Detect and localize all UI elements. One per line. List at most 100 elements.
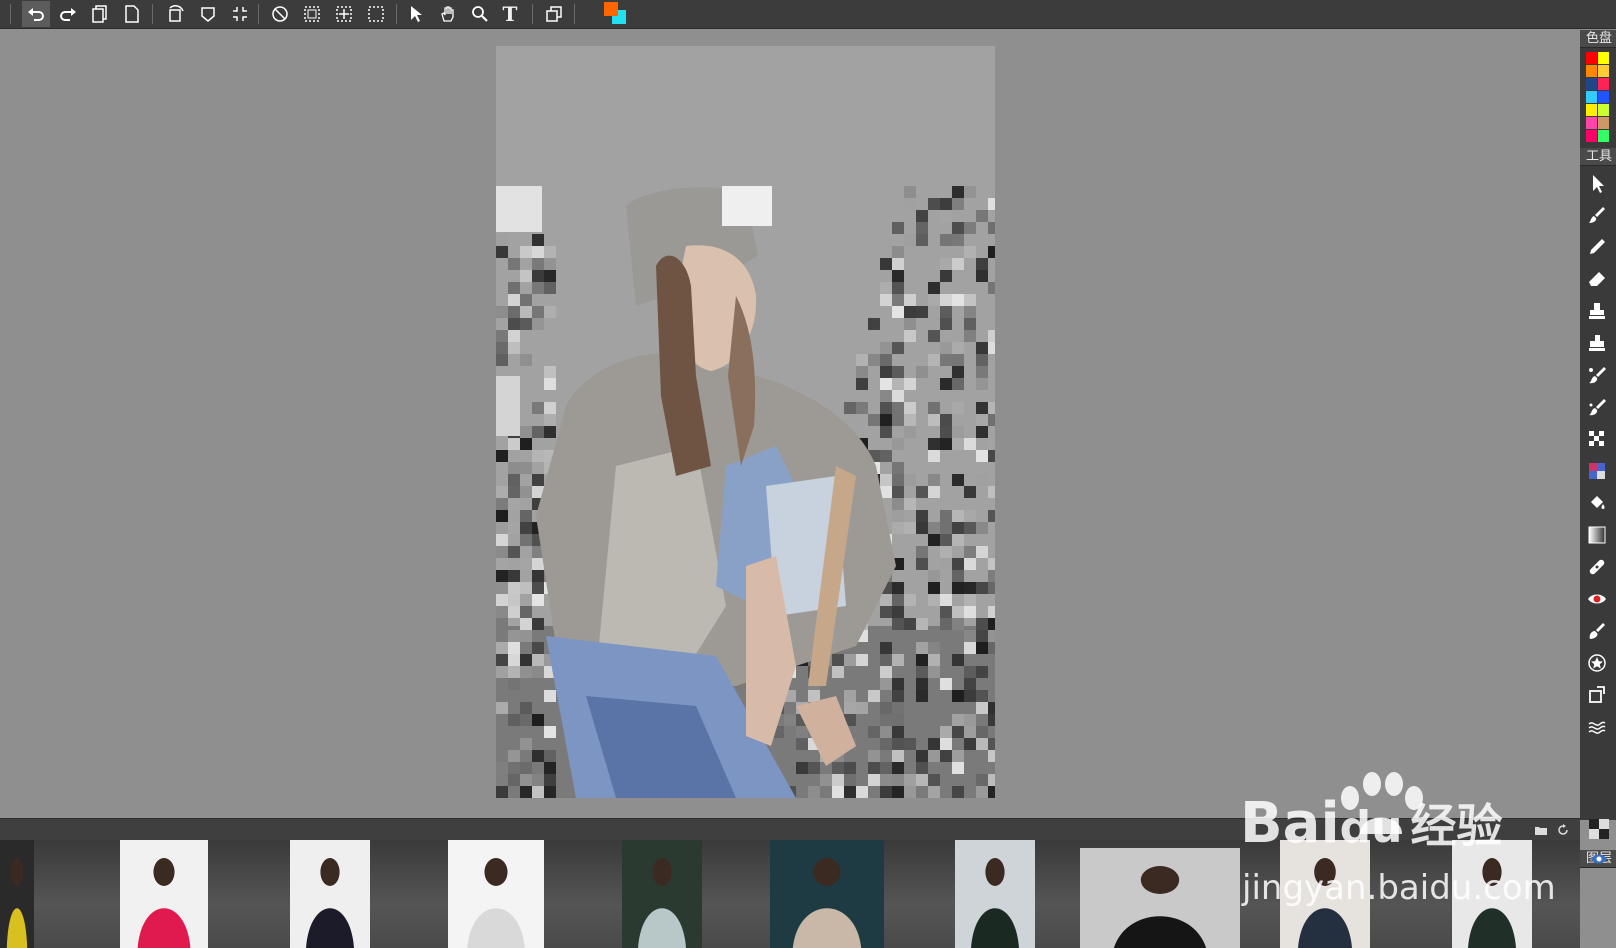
tool-arrow[interactable] xyxy=(1582,168,1612,198)
redo-button[interactable] xyxy=(54,1,82,27)
gradient-icon xyxy=(1588,526,1606,544)
filmstrip-thumb-7[interactable] xyxy=(955,840,1035,948)
tool-brush[interactable] xyxy=(1582,200,1612,230)
mosaic-icon xyxy=(1589,431,1604,446)
hand-button[interactable] xyxy=(434,1,462,27)
duplicate-button[interactable] xyxy=(86,1,114,27)
palette-swatch[interactable] xyxy=(1598,130,1609,142)
crop-icon xyxy=(1589,686,1605,703)
redo-icon xyxy=(60,8,76,21)
toolbar-separator xyxy=(396,4,397,24)
thumbnail-image xyxy=(955,840,1035,948)
fit-button[interactable] xyxy=(226,1,254,27)
rotate-icon xyxy=(169,5,184,22)
arrow-icon xyxy=(411,6,422,22)
tool-stamp[interactable] xyxy=(1582,296,1612,326)
dropper-brush-icon xyxy=(1589,623,1605,639)
filmstrip-thumb-6[interactable] xyxy=(770,840,884,948)
filmstrip-thumb-5[interactable] xyxy=(622,840,702,948)
tools-header: 工具 xyxy=(1580,148,1616,166)
windows-icon xyxy=(546,6,562,22)
tool-eraser[interactable] xyxy=(1582,264,1612,294)
marquee-button[interactable] xyxy=(362,1,390,27)
palette-swatch[interactable] xyxy=(1586,52,1597,64)
palette-swatch[interactable] xyxy=(1586,78,1597,90)
tool-star[interactable] xyxy=(1582,648,1612,678)
palette-swatch[interactable] xyxy=(1598,52,1609,64)
blur-icon xyxy=(1589,399,1606,416)
select-all-button[interactable] xyxy=(298,1,326,27)
wave-icon xyxy=(1588,721,1606,734)
image-canvas[interactable] xyxy=(496,46,995,798)
fit-icon xyxy=(233,7,247,21)
zoom-button[interactable] xyxy=(466,1,494,27)
page-icon xyxy=(125,5,139,23)
copy-icon xyxy=(92,5,107,23)
hand-icon xyxy=(441,6,454,22)
flip-button[interactable] xyxy=(194,1,222,27)
zoom-icon xyxy=(472,6,488,22)
top-toolbar: T xyxy=(0,0,1616,29)
text-button[interactable]: T xyxy=(496,1,524,27)
eraser-icon xyxy=(1589,272,1605,286)
layer-visibility-toggle[interactable] xyxy=(1584,844,1614,874)
invert-selection-button[interactable] xyxy=(330,1,358,27)
palette-swatch[interactable] xyxy=(1598,65,1609,77)
thumbnail-image xyxy=(622,840,702,948)
flip-icon xyxy=(201,7,215,22)
tool-dropper-brush[interactable] xyxy=(1582,616,1612,646)
tool-pencil[interactable] xyxy=(1582,232,1612,262)
filmstrip-thumb-4[interactable] xyxy=(448,840,544,948)
palette-header: 色盘 xyxy=(1580,30,1616,48)
palette-swatch[interactable] xyxy=(1586,130,1597,142)
foreground-color-swatch[interactable] xyxy=(604,2,618,16)
filmstrip-thumb-3[interactable] xyxy=(290,840,370,948)
tool-smudge[interactable] xyxy=(1582,360,1612,390)
pointer-button[interactable] xyxy=(402,1,430,27)
text-icon: T xyxy=(502,2,518,26)
layers-window-button[interactable] xyxy=(540,1,568,27)
palette-swatch[interactable] xyxy=(1598,91,1609,103)
palette-swatch[interactable] xyxy=(1586,117,1597,129)
refresh-button[interactable] xyxy=(1554,821,1572,839)
layer-thumbnail[interactable] xyxy=(1584,814,1614,844)
stamp-icon xyxy=(1589,303,1605,319)
tool-bucket[interactable] xyxy=(1582,488,1612,518)
arrow-icon xyxy=(1593,175,1604,193)
filmstrip-thumb-1[interactable] xyxy=(0,840,34,948)
smudge-icon xyxy=(1589,367,1606,384)
brush-icon xyxy=(1589,207,1605,223)
palette-swatch[interactable] xyxy=(1586,104,1597,116)
tool-crop[interactable] xyxy=(1582,680,1612,710)
bucket-icon xyxy=(1591,496,1605,509)
undo-icon xyxy=(28,8,44,21)
toolbar-separator xyxy=(10,4,11,24)
folder-icon xyxy=(1535,827,1547,835)
tool-wave[interactable] xyxy=(1582,712,1612,742)
invert-selection-icon xyxy=(336,6,352,22)
undo-button[interactable] xyxy=(22,1,50,27)
new-page-button[interactable] xyxy=(118,1,146,27)
red-eye-icon xyxy=(1588,594,1606,604)
tool-gradient[interactable] xyxy=(1582,520,1612,550)
toolbar-separator xyxy=(258,4,259,24)
filmstrip-thumb-8[interactable] xyxy=(1080,848,1240,948)
thumbnail-image xyxy=(770,840,884,948)
thumbnail-image xyxy=(0,840,34,948)
clear-selection-button[interactable] xyxy=(266,1,294,27)
tool-red-eye[interactable] xyxy=(1582,584,1612,614)
palette-swatch[interactable] xyxy=(1598,104,1609,116)
tool-clone-stamp[interactable] xyxy=(1582,328,1612,358)
palette-swatch[interactable] xyxy=(1598,78,1609,90)
tool-mosaic[interactable] xyxy=(1582,424,1612,454)
palette-swatch[interactable] xyxy=(1586,91,1597,103)
thumbnail-image xyxy=(1080,848,1240,948)
filmstrip-thumb-2[interactable] xyxy=(120,840,208,948)
rotate-button[interactable] xyxy=(162,1,190,27)
tool-blur[interactable] xyxy=(1582,392,1612,422)
tool-gradient-swatch[interactable] xyxy=(1582,456,1612,486)
palette-swatch[interactable] xyxy=(1586,65,1597,77)
palette-swatch[interactable] xyxy=(1598,117,1609,129)
tool-bandage[interactable] xyxy=(1582,552,1612,582)
open-folder-button[interactable] xyxy=(1532,821,1550,839)
